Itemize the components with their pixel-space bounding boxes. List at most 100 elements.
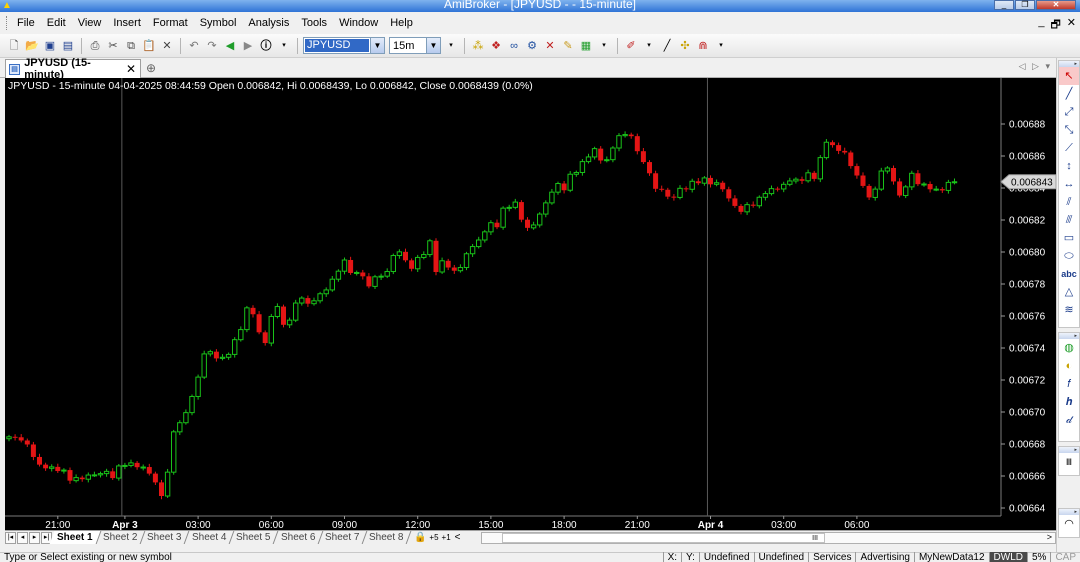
walk-forward-icon[interactable]: ✕	[542, 38, 558, 54]
globe-tool-icon[interactable]: ◍	[1059, 339, 1079, 357]
save-all-icon[interactable]: ▤	[60, 38, 76, 54]
mdi-close-button[interactable]: ✕	[1067, 16, 1076, 35]
sheet-tab-5[interactable]: Sheet 5	[228, 531, 279, 544]
optimize-icon[interactable]: ⚙	[524, 38, 540, 54]
triangle-tool-icon[interactable]: △	[1059, 283, 1079, 301]
menu-analysis[interactable]: Analysis	[242, 17, 295, 29]
candlestick-chart[interactable]: 0.006880.006860.006840.006820.006800.006…	[5, 78, 1056, 530]
menu-insert[interactable]: Insert	[107, 17, 147, 29]
menu-symbol[interactable]: Symbol	[194, 17, 243, 29]
toolbar-overflow-icon[interactable]: ▾	[713, 38, 729, 54]
tab-navigation-icons[interactable]: ◁ ▷ ▾	[1019, 61, 1052, 72]
maximize-button[interactable]: ❐	[1015, 0, 1035, 10]
scroll-right-button[interactable]: >	[1047, 532, 1052, 542]
text-tool-icon[interactable]: abc	[1059, 265, 1079, 283]
drawing-tools-group: ▸ ↖ ╱ ⤢ ⤡ ⟋ ↕ ↔ ⫽ ⫻ ▭ ⬭ abc △ ≋	[1058, 60, 1080, 328]
menu-tools[interactable]: Tools	[295, 17, 333, 29]
crosshair-icon[interactable]: ✣	[677, 38, 693, 54]
new-file-icon[interactable]: 🗋	[6, 38, 22, 54]
next-sheet-button[interactable]: ▸	[29, 531, 40, 544]
backtest-icon[interactable]: ∞	[506, 38, 522, 54]
redo-icon[interactable]: ↷	[204, 38, 220, 54]
sheet-tab-7[interactable]: Sheet 7	[317, 531, 368, 544]
info-icon[interactable]: ⓘ	[258, 38, 274, 54]
toolbar-overflow-icon[interactable]: ▾	[443, 38, 459, 54]
cycle-tool-icon[interactable]: ◐	[1059, 357, 1079, 375]
wave-tool-icon[interactable]: ≋	[1059, 301, 1079, 319]
forward-icon[interactable]: ▶	[240, 38, 256, 54]
wizard-icon[interactable]: ✎	[560, 38, 576, 54]
menu-file[interactable]: File	[11, 17, 41, 29]
back-icon[interactable]: ◀	[222, 38, 238, 54]
horizontal-line-tool-icon[interactable]: ↔	[1059, 175, 1079, 193]
scrollbar-thumb[interactable]: III	[502, 533, 825, 543]
minimize-button[interactable]: _	[994, 0, 1014, 10]
sheet-tab-2[interactable]: Sheet 2	[95, 531, 146, 544]
sheet-tab-1[interactable]: Sheet 1	[49, 531, 101, 544]
menu-edit[interactable]: Edit	[41, 17, 72, 29]
menu-help[interactable]: Help	[384, 17, 419, 29]
menu-window[interactable]: Window	[333, 17, 384, 29]
line-style-icon[interactable]: ╱	[659, 38, 675, 54]
scroll-left-button[interactable]: <	[455, 532, 461, 543]
function-tool-icon[interactable]: 𝑓	[1059, 375, 1079, 393]
horizontal-scrollbar[interactable]: III >	[481, 532, 1056, 544]
price-chart[interactable]: 0.006880.006860.006840.006820.006800.006…	[5, 78, 1056, 530]
color-pen-icon[interactable]: ✐	[623, 38, 639, 54]
lock-icon[interactable]: 🔒	[414, 532, 426, 543]
scan-icon[interactable]: ⁂	[470, 38, 486, 54]
interval-combo[interactable]: 15m ▼	[389, 37, 441, 54]
first-sheet-button[interactable]: |◂	[5, 531, 16, 544]
new-tab-icon[interactable]: ⊕	[146, 61, 156, 75]
sheet-tab-8[interactable]: Sheet 8	[362, 531, 413, 544]
magnet-icon[interactable]: ⋒	[695, 38, 711, 54]
symbol-input[interactable]: JPYUSD	[305, 39, 369, 52]
cut-icon[interactable]: ✂	[105, 38, 121, 54]
pointer-tool-icon[interactable]: ↖	[1059, 67, 1079, 85]
line-tool-icon[interactable]: ╱	[1059, 85, 1079, 103]
open-folder-icon[interactable]: 📂	[24, 38, 40, 54]
print-icon[interactable]: ⎙	[87, 38, 103, 54]
zoom-in-5-button[interactable]: +5	[429, 533, 438, 542]
ray-tool-icon[interactable]: ⤢	[1059, 103, 1079, 121]
zoom-in-1-button[interactable]: +1	[442, 533, 451, 542]
mdi-minimize-button[interactable]: _	[1038, 16, 1044, 35]
sheet-tab-6[interactable]: Sheet 6	[273, 531, 324, 544]
interval-value[interactable]: 15m	[390, 40, 426, 52]
toolbar-overflow-icon[interactable]: ▾	[276, 38, 292, 54]
extended-line-tool-icon[interactable]: ⤡	[1059, 121, 1079, 139]
sheet-tab-4[interactable]: Sheet 4	[184, 531, 235, 544]
vertical-line-tool-icon[interactable]: ↕	[1059, 157, 1079, 175]
save-icon[interactable]: ▣	[42, 38, 58, 54]
chart-window-icon: ▤	[9, 63, 21, 75]
fibonacci-tool-icon[interactable]: ⫻	[1059, 211, 1079, 229]
bars-tool-icon[interactable]: Ⅲ	[1059, 453, 1079, 471]
trend-line-tool-icon[interactable]: ⟋	[1059, 139, 1079, 157]
tab-jpyusd-chart[interactable]: ▤ JPYUSD (15-minute) ✕	[5, 57, 141, 81]
symbol-combo[interactable]: JPYUSD ▼	[303, 37, 385, 54]
arc-tool-icon[interactable]: ◠	[1059, 515, 1079, 533]
close-button[interactable]: ✕	[1036, 0, 1076, 10]
chevron-down-icon[interactable]: ▼	[370, 38, 384, 53]
sheet-tab-3[interactable]: Sheet 3	[139, 531, 190, 544]
copy-icon[interactable]: ⧉	[123, 38, 139, 54]
menu-grip[interactable]	[6, 16, 9, 30]
mdi-restore-button[interactable]: 🗗	[1050, 16, 1060, 35]
menu-format[interactable]: Format	[147, 17, 194, 29]
chevron-down-icon[interactable]: ▼	[426, 38, 440, 53]
report-icon[interactable]: ▦	[578, 38, 594, 54]
ellipse-tool-icon[interactable]: ⬭	[1059, 247, 1079, 265]
undo-icon[interactable]: ↶	[186, 38, 202, 54]
parallel-channel-tool-icon[interactable]: ⫽	[1059, 193, 1079, 211]
tab-close-icon[interactable]: ✕	[126, 62, 136, 76]
chevron-down-icon[interactable]: ▾	[641, 38, 657, 54]
hook-tool-icon[interactable]: 𝒉	[1059, 393, 1079, 411]
rectangle-tool-icon[interactable]: ▭	[1059, 229, 1079, 247]
menu-view[interactable]: View	[72, 17, 108, 29]
delta-tool-icon[interactable]: 𝒹	[1059, 411, 1079, 429]
delete-icon[interactable]: ✕	[159, 38, 175, 54]
paste-icon[interactable]: 📋	[141, 38, 157, 54]
toolbar-overflow-icon[interactable]: ▾	[596, 38, 612, 54]
prev-sheet-button[interactable]: ◂	[17, 531, 28, 544]
explore-icon[interactable]: ❖	[488, 38, 504, 54]
